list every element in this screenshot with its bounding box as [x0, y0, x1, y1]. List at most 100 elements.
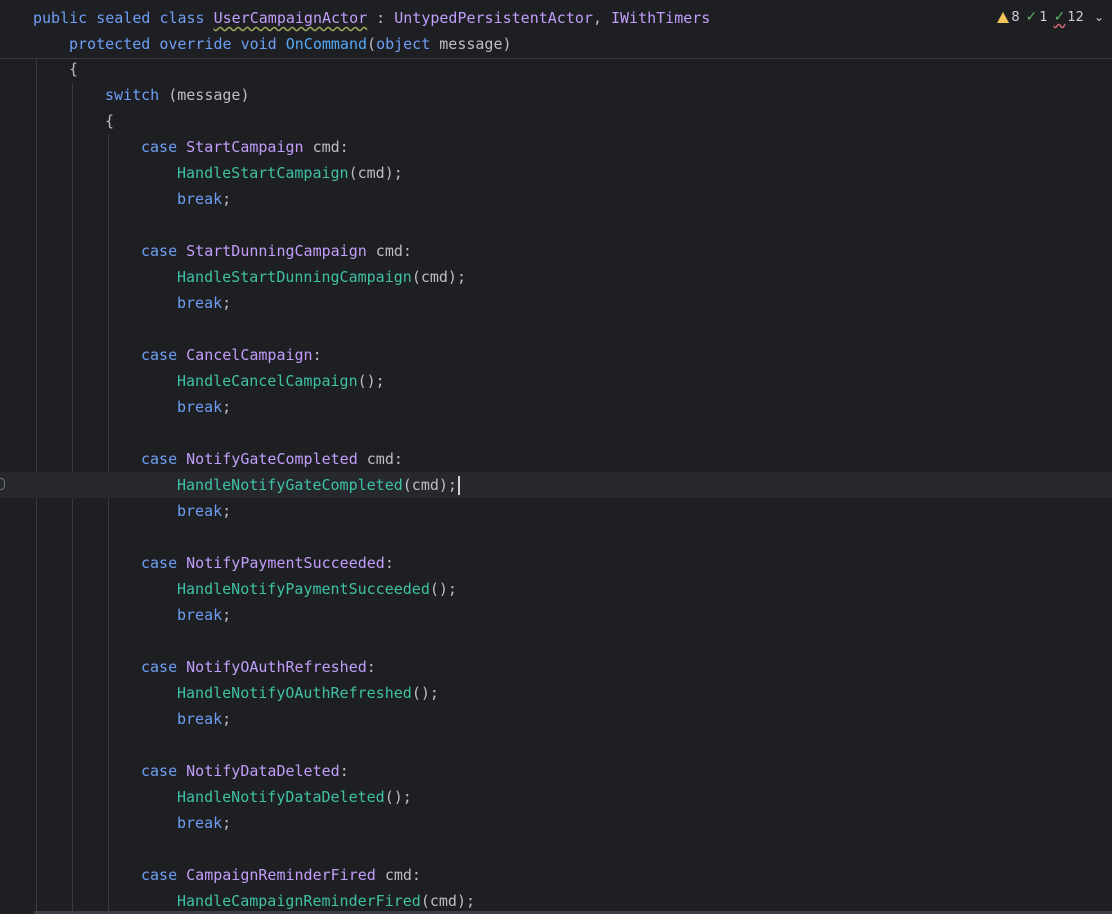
text-caret [457, 476, 460, 495]
fold-marker-icon[interactable] [0, 478, 5, 490]
call-line[interactable]: HandleStartCampaign(cmd); [0, 160, 1112, 186]
weak-warnings-indicator[interactable]: ✓ 1 [1026, 9, 1048, 25]
semicolon: ; [222, 502, 232, 520]
keyword-case: case [141, 762, 178, 780]
semicolon: ; [222, 606, 232, 624]
semicolon: ; [222, 294, 232, 312]
semicolon: ; [222, 190, 232, 208]
case-suffix: : [384, 554, 394, 572]
call-args: (); [429, 580, 457, 598]
typo-check-icon: ✓ [1053, 9, 1066, 25]
handler-call[interactable]: HandleCancelCampaign [177, 372, 358, 390]
call-line[interactable]: HandleNotifyOAuthRefreshed(); [0, 680, 1112, 706]
keyword-class: class [159, 9, 205, 27]
break-line[interactable]: break; [0, 602, 1112, 628]
keyword-break: break [177, 398, 223, 416]
break-line[interactable]: break; [0, 498, 1112, 524]
case-line[interactable]: case NotifyOAuthRefreshed: [0, 654, 1112, 680]
semicolon: ; [222, 814, 232, 832]
weak-warnings-count: 1 [1039, 9, 1048, 25]
paren: ( [367, 35, 377, 53]
handler-call[interactable]: HandleNotifyDataDeleted [177, 788, 385, 806]
method-name[interactable]: OnCommand [286, 35, 367, 53]
keyword-break: break [177, 502, 223, 520]
keyword-case: case [141, 866, 178, 884]
case-line[interactable]: case StartDunningCampaign cmd: [0, 238, 1112, 264]
case-type[interactable]: NotifyDataDeleted [186, 762, 340, 780]
case-type[interactable]: CampaignReminderFired [186, 866, 376, 884]
code-editor[interactable]: public sealed class UserCampaignActor : … [0, 0, 1112, 914]
handler-call[interactable]: HandleNotifyOAuthRefreshed [177, 684, 412, 702]
code-line[interactable]: switch (message) [0, 82, 1112, 108]
call-args: (cmd); [402, 476, 457, 494]
handler-call[interactable]: HandleStartDunningCampaign [177, 268, 412, 286]
chevron-down-icon[interactable]: ⌄ [1094, 10, 1104, 24]
class-name[interactable]: UserCampaignActor [214, 9, 368, 27]
case-type[interactable]: StartDunningCampaign [186, 242, 367, 260]
keyword-protected: protected [69, 35, 151, 53]
keyword-break: break [177, 294, 223, 312]
base-class[interactable]: UntypedPersistentActor [394, 9, 593, 27]
keyword-break: break [177, 190, 223, 208]
keyword-case: case [141, 346, 178, 364]
case-type[interactable]: StartCampaign [186, 138, 303, 156]
brace: { [105, 112, 115, 130]
current-line[interactable]: HandleNotifyGateCompleted(cmd); [0, 472, 1112, 498]
break-line[interactable]: break; [0, 290, 1112, 316]
case-suffix: cmd: [357, 450, 403, 468]
code-line[interactable]: { [0, 108, 1112, 134]
call-line[interactable]: HandleNotifyPaymentSucceeded(); [0, 576, 1112, 602]
interface-name[interactable]: IWithTimers [611, 9, 710, 27]
case-suffix: : [339, 762, 349, 780]
keyword-case: case [141, 450, 178, 468]
call-line[interactable]: HandleCancelCampaign(); [0, 368, 1112, 394]
call-args: (); [357, 372, 385, 390]
call-args: (cmd); [411, 268, 466, 286]
case-line[interactable]: case CancelCampaign: [0, 342, 1112, 368]
break-line[interactable]: break; [0, 394, 1112, 420]
case-line[interactable]: case NotifyDataDeleted: [0, 758, 1112, 784]
case-type[interactable]: CancelCampaign [186, 346, 312, 364]
call-args: (cmd); [420, 892, 476, 910]
keyword-override: override [159, 35, 232, 53]
switch-expression: (message) [159, 86, 250, 104]
keyword-case: case [141, 554, 178, 572]
warnings-indicator[interactable]: 8 [997, 10, 1020, 25]
case-suffix: : [312, 346, 322, 364]
case-type[interactable]: NotifyOAuthRefreshed [186, 658, 367, 676]
parameter: message) [430, 35, 512, 53]
handler-call[interactable]: HandleStartCampaign [177, 164, 349, 182]
case-line[interactable]: case NotifyGateCompleted cmd: [0, 446, 1112, 472]
handler-call[interactable]: HandleNotifyGateCompleted [177, 476, 403, 494]
call-line[interactable]: HandleNotifyDataDeleted(); [0, 784, 1112, 810]
call-args: (cmd); [348, 164, 403, 182]
code-line[interactable]: { [0, 56, 1112, 82]
sticky-scroll-header[interactable]: public sealed class UserCampaignActor : … [0, 0, 1112, 59]
case-type[interactable]: NotifyPaymentSucceeded [186, 554, 385, 572]
keyword-break: break [177, 710, 223, 728]
handler-call[interactable]: HandleCampaignReminderFired [177, 892, 421, 910]
sticky-class-declaration[interactable]: public sealed class UserCampaignActor : … [0, 5, 1112, 31]
keyword-case: case [141, 242, 178, 260]
keyword-break: break [177, 606, 223, 624]
case-suffix: cmd: [375, 866, 421, 884]
case-line[interactable]: case CampaignReminderFired cmd: [0, 862, 1112, 888]
break-line[interactable]: break; [0, 706, 1112, 732]
typos-indicator[interactable]: ✓ 12 [1054, 9, 1084, 25]
break-line[interactable]: break; [0, 810, 1112, 836]
colon: : [367, 9, 395, 27]
break-line[interactable]: break; [0, 186, 1112, 212]
typos-count: 12 [1067, 9, 1084, 25]
call-line[interactable]: HandleStartDunningCampaign(cmd); [0, 264, 1112, 290]
keyword-switch: switch [105, 86, 160, 104]
case-line[interactable]: case NotifyPaymentSucceeded: [0, 550, 1112, 576]
keyword-void: void [240, 35, 277, 53]
comma: , [592, 9, 611, 27]
sticky-method-declaration[interactable]: protected override void OnCommand(object… [0, 31, 1112, 57]
handler-call[interactable]: HandleNotifyPaymentSucceeded [177, 580, 430, 598]
case-suffix: cmd: [303, 138, 349, 156]
inspection-widget[interactable]: 8 ✓ 1 ✓ 12 ⌄ [997, 6, 1104, 28]
case-type[interactable]: NotifyGateCompleted [186, 450, 358, 468]
case-line[interactable]: case StartCampaign cmd: [0, 134, 1112, 160]
call-args: (); [411, 684, 439, 702]
